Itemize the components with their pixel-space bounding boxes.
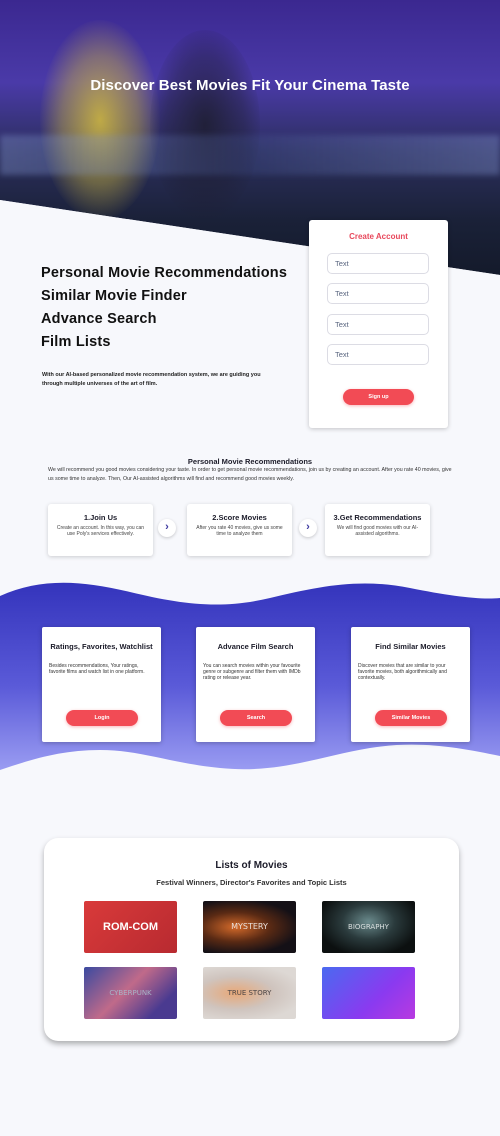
movie-lists-card: Lists of Movies Festival Winners, Direct… [44, 838, 459, 1041]
step-text: Create an account. In this way, you can … [56, 525, 145, 537]
feature-card: Advance Film Search You can search movie… [196, 627, 315, 742]
hero-title: Discover Best Movies Fit Your Cinema Tas… [90, 77, 410, 94]
list-tile-cyberpunk[interactable]: CYBERPUNK [84, 967, 177, 1019]
feature-card: Find Similar Movies Discover movies that… [351, 627, 470, 742]
feature-item: Personal Movie Recommendations [41, 265, 288, 281]
feature-card-title: Find Similar Movies [375, 642, 446, 651]
step-title: 1.Join Us [83, 513, 118, 522]
chevron-right-icon: › [299, 519, 317, 537]
feature-card-text: You can search movies within your favour… [203, 663, 301, 681]
step-text: After you rate 40 movies, give us some t… [196, 525, 283, 537]
feature-card-text: Besides recommendations, Your ratings, f… [49, 663, 145, 675]
step-text: We will find good movies with our AI-ass… [336, 525, 419, 537]
signup-input[interactable] [327, 283, 429, 304]
lists-title: Lists of Movies [215, 860, 288, 871]
step-card: 3.Get Recommendations We will find good … [325, 504, 430, 556]
feature-card-title: Ratings, Favorites, Watchlist [50, 642, 153, 651]
signup-input[interactable] [327, 314, 429, 335]
list-tile-mystery[interactable]: MYSTERY [203, 901, 296, 953]
step-card: 2.Score Movies After you rate 40 movies,… [187, 504, 292, 556]
feature-card-title: Advance Film Search [217, 642, 294, 651]
lists-subtitle: Festival Winners, Director's Favorites a… [156, 878, 347, 887]
section-title: Personal Movie Recommendations [187, 457, 313, 466]
chevron-right-icon: › [158, 519, 176, 537]
intro-text: With our AI-based personalized movie rec… [42, 372, 261, 387]
feature-item: Advance Search [41, 311, 157, 327]
signup-input[interactable] [327, 253, 429, 274]
feature-item: Similar Movie Finder [41, 288, 187, 304]
feature-item: Film Lists [41, 334, 111, 350]
similar-movies-button[interactable]: Similar Movies [375, 710, 447, 726]
feature-card: Ratings, Favorites, Watchlist Besides re… [42, 627, 161, 742]
signup-button[interactable]: Sign up [343, 389, 414, 405]
signup-input[interactable] [327, 344, 429, 365]
list-tile-biography[interactable]: BIOGRAPHY [322, 901, 415, 953]
feature-list: Personal Movie Recommendations Similar M… [41, 262, 287, 354]
list-tile-gradient[interactable] [322, 967, 415, 1019]
list-tile-true-story[interactable]: TRUE STORY [203, 967, 296, 1019]
signup-title: Create Account [349, 232, 408, 241]
section-description: We will recommend you good movies consid… [48, 467, 452, 482]
step-title: 3.Get Recommendations [333, 513, 422, 522]
login-button[interactable]: Login [66, 710, 138, 726]
list-tile-romcom[interactable]: ROM-COM [84, 901, 177, 953]
search-button[interactable]: Search [220, 710, 292, 726]
feature-card-text: Discover movies that are similar to your… [358, 663, 447, 681]
signup-card: Create Account Sign up [309, 220, 448, 428]
step-card: 1.Join Us Create an account. In this way… [48, 504, 153, 556]
step-title: 2.Score Movies [212, 513, 267, 522]
